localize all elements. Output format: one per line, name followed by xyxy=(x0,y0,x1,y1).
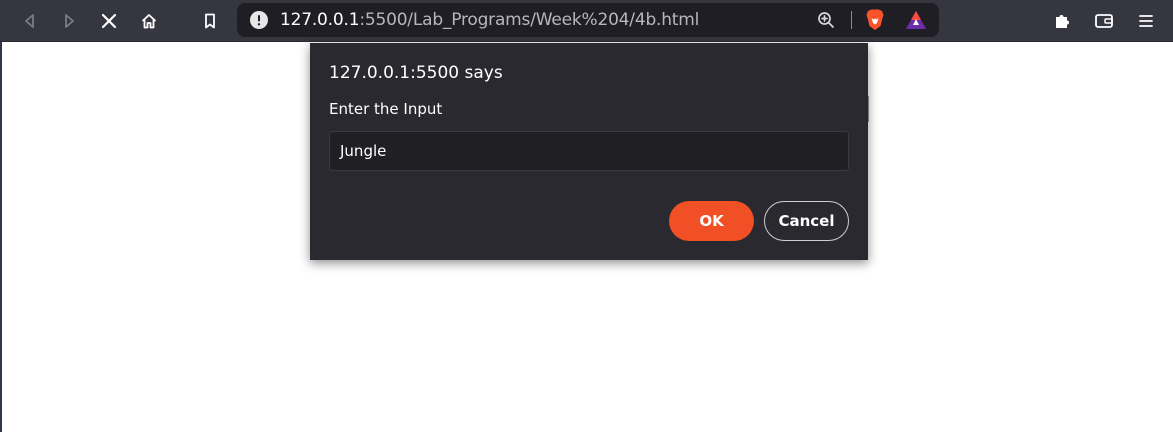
wallet-icon xyxy=(1095,14,1113,28)
back-arrow-icon xyxy=(25,14,34,28)
prompt-input[interactable]: Jungle xyxy=(329,131,849,171)
address-text[interactable]: 127.0.0.1:5500/Lab_Programs/Week%204/4b.… xyxy=(280,3,699,37)
home-button[interactable] xyxy=(134,6,164,36)
forward-button[interactable] xyxy=(54,6,84,36)
stop-button[interactable] xyxy=(94,6,124,36)
brave-rewards-icon[interactable] xyxy=(905,10,927,30)
menu-button[interactable] xyxy=(1131,6,1161,36)
bookmark-icon xyxy=(205,13,215,29)
prompt-dialog: 127.0.0.1:5500 says Enter the Input Jung… xyxy=(310,43,868,260)
menu-icon xyxy=(1139,15,1153,27)
zoom-icon[interactable] xyxy=(817,11,835,29)
puzzle-icon xyxy=(1056,15,1069,28)
wallet-button[interactable] xyxy=(1089,6,1119,36)
ok-button[interactable]: OK xyxy=(669,201,754,241)
forward-arrow-icon xyxy=(65,14,74,28)
address-bar[interactable]: 127.0.0.1:5500/Lab_Programs/Week%204/4b.… xyxy=(237,3,939,37)
back-button[interactable] xyxy=(15,6,45,36)
address-path: :5500/Lab_Programs/Week%204/4b.html xyxy=(359,10,700,30)
brave-shields-icon[interactable] xyxy=(865,9,885,31)
info-icon[interactable] xyxy=(250,11,268,29)
dialog-title: 127.0.0.1:5500 says xyxy=(329,63,503,83)
dialog-message: Enter the Input xyxy=(329,100,443,118)
cancel-button[interactable]: Cancel xyxy=(764,201,849,241)
browser-toolbar: 127.0.0.1:5500/Lab_Programs/Week%204/4b.… xyxy=(0,0,1173,42)
address-host: 127.0.0.1 xyxy=(280,10,360,30)
extensions-button[interactable] xyxy=(1047,6,1077,36)
address-divider xyxy=(851,11,852,29)
home-icon xyxy=(141,14,157,29)
stop-icon xyxy=(101,13,117,29)
page-left-edge xyxy=(0,42,2,432)
bookmark-button[interactable] xyxy=(195,6,225,36)
